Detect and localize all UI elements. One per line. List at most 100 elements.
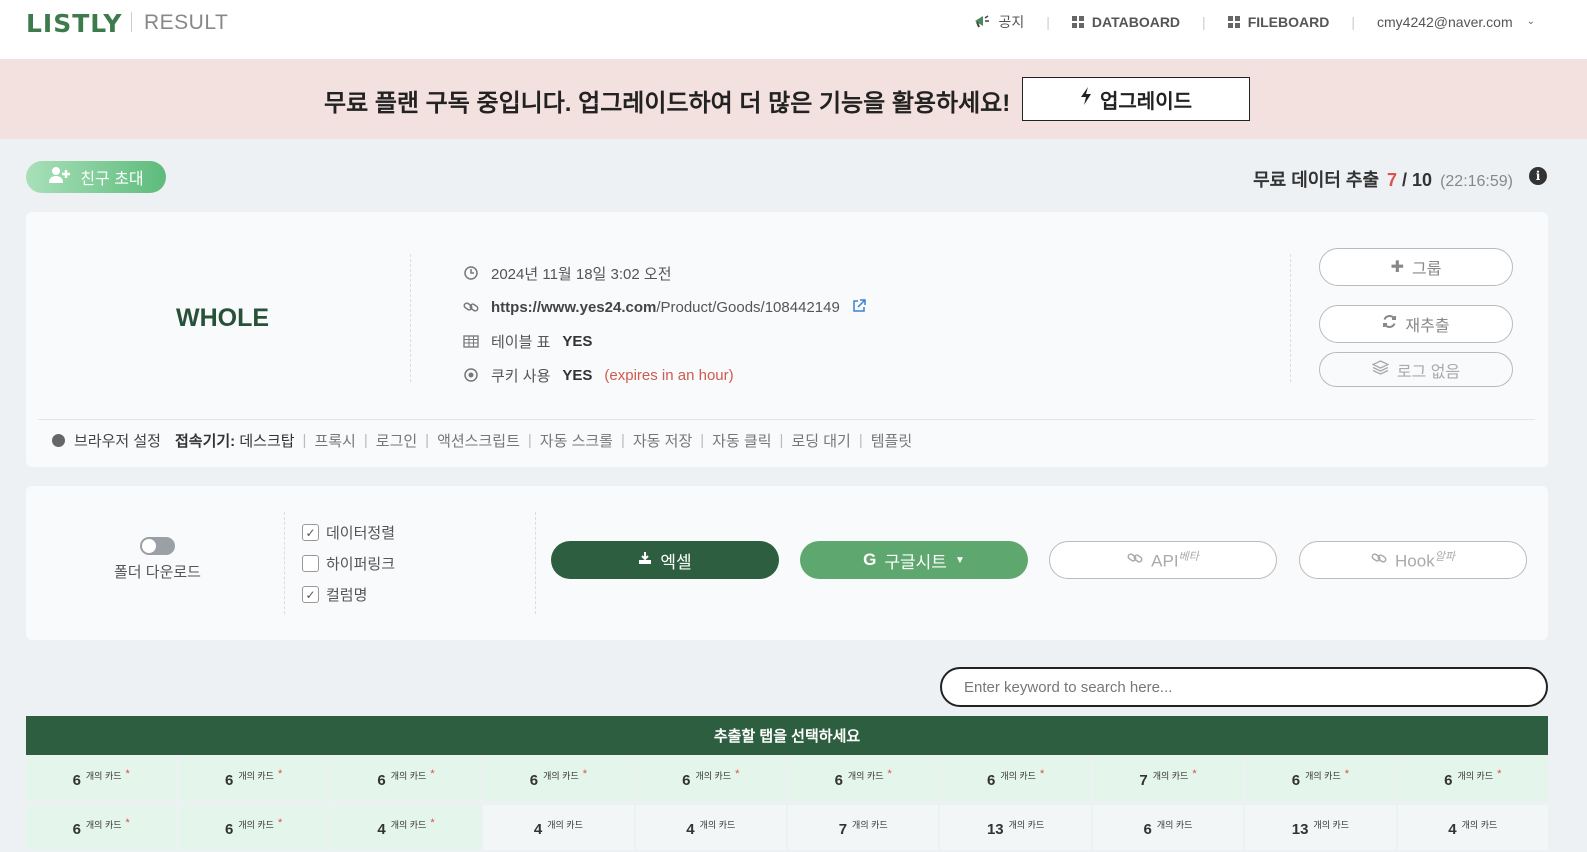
source-url[interactable]: https://www.yes24.com/Product/Goods/1084… — [491, 299, 840, 316]
info-icon[interactable]: i — [1529, 167, 1547, 185]
invite-friend-button[interactable]: 친구 초대 — [26, 161, 166, 193]
google-sheet-button[interactable]: G 구글시트 ▼ — [800, 541, 1028, 579]
card-count: 6 — [1143, 821, 1152, 838]
card-unit: 개의 카드 — [1156, 820, 1193, 830]
upgrade-label: 업그레이드 — [1100, 90, 1192, 113]
option-sort-data[interactable]: ✓ 데이터정렬 — [302, 522, 395, 543]
api-button[interactable]: API베타 — [1049, 541, 1277, 579]
tab-cell[interactable]: 6 개의 카드 * — [787, 756, 939, 801]
keyword-search-input[interactable] — [940, 667, 1548, 707]
setting-proxy[interactable]: 프록시 — [314, 430, 355, 451]
listly-logo[interactable]: LISTLY — [26, 9, 122, 38]
tab-cell[interactable]: 6 개의 카드 * — [1397, 756, 1548, 801]
cookie-expiry: (expires in an hour) — [604, 366, 734, 384]
tab-cell[interactable]: 6 개의 카드 * — [330, 756, 482, 801]
card-unit: 개의 카드 — [1152, 771, 1189, 781]
card-count: 6 — [682, 772, 691, 789]
folder-download-label: 폴더 다운로드 — [114, 564, 201, 581]
nav-divider: | — [1351, 13, 1355, 30]
option-column-names[interactable]: ✓ 컬럼명 — [302, 584, 367, 605]
add-group-button[interactable]: ✚ 그룹 — [1319, 248, 1513, 286]
tab-cell[interactable]: 4 개의 카드 — [1397, 805, 1548, 850]
cookie-value: YES — [562, 366, 593, 384]
asterisk-icon: * — [1497, 767, 1502, 780]
excel-download-button[interactable]: 엑셀 — [551, 541, 779, 579]
asterisk-icon: * — [1039, 767, 1045, 780]
asterisk-icon: * — [1192, 767, 1197, 780]
setting-loading-wait[interactable]: 로딩 대기 — [791, 430, 850, 451]
meta-table: 테이블 표 YES — [463, 324, 866, 358]
option-label: 컬럼명 — [326, 587, 368, 604]
hook-alpha-tag: 알파 — [1434, 551, 1455, 564]
card-unit: 개의 카드 — [238, 771, 274, 781]
no-log-button[interactable]: 로그 없음 — [1319, 352, 1513, 387]
tab-cell[interactable]: 6 개의 카드 * — [178, 805, 329, 850]
tab-cell[interactable]: 6 개의 카드 * — [940, 756, 1091, 801]
notice-link[interactable]: 공지 — [973, 11, 1025, 32]
tab-cell[interactable]: 4 개의 카드 — [635, 805, 786, 850]
external-link-icon[interactable] — [852, 298, 866, 316]
notice-label: 공지 — [998, 13, 1025, 30]
hook-button[interactable]: Hook알파 — [1299, 541, 1527, 579]
setting-template[interactable]: 템플릿 — [871, 430, 912, 451]
divider — [284, 512, 285, 614]
table-value: YES — [562, 332, 593, 350]
tab-cell[interactable]: 6 개의 카드 * — [1245, 756, 1396, 801]
setting-auto-save[interactable]: 자동 저장 — [633, 430, 692, 451]
setting-auto-click[interactable]: 자동 클릭 — [712, 430, 771, 451]
setting-auto-scroll[interactable]: 자동 스크롤 — [540, 430, 613, 451]
device-value: 데스크탑 — [239, 433, 295, 450]
tab-grid: 6 개의 카드 * 6 개의 카드 * 6 개의 카드 * 6 개의 카드 * 6 개의 카드 * 6 개의 카… — [26, 756, 1548, 850]
tab-cell[interactable]: 13 개의 카드 — [1245, 805, 1396, 850]
databoard-link[interactable]: DATABOARD — [1071, 13, 1181, 30]
checkbox-unchecked[interactable] — [302, 555, 319, 572]
card-count: 6 — [224, 772, 234, 789]
meta-cookie: 쿠키 사용 YES (expires in an hour) — [463, 358, 866, 392]
fileboard-link[interactable]: FILEBOARD — [1227, 13, 1330, 30]
card-unit: 개의 카드 — [238, 820, 274, 830]
browser-settings: 브라우저 설정 접속기기: 데스크탑 | 프록시 | 로그인 | 액션스크립트 … — [52, 430, 912, 451]
upgrade-button[interactable]: 업그레이드 — [1022, 77, 1250, 121]
device-setting[interactable]: 접속기기: 데스크탑 — [175, 430, 295, 451]
card-count: 4 — [377, 821, 386, 838]
nav-divider: | — [1046, 13, 1050, 30]
card-unit: 개의 카드 — [1313, 820, 1350, 830]
card-count: 6 — [377, 772, 386, 789]
folder-download-toggle[interactable] — [140, 537, 175, 555]
target-icon — [463, 368, 479, 382]
setting-login[interactable]: 로그인 — [376, 430, 417, 451]
link-icon — [1371, 550, 1387, 570]
google-icon: G — [863, 550, 877, 569]
card-unit: 개의 카드 — [543, 771, 579, 781]
no-log-label: 로그 없음 — [1396, 363, 1461, 381]
setting-action-script[interactable]: 액션스크립트 — [437, 430, 520, 451]
card-count: 7 — [838, 821, 848, 838]
account-menu[interactable]: cmy4242@naver.com ⌄ — [1377, 14, 1535, 30]
tab-cell[interactable]: 6 개의 카드 * — [483, 756, 634, 801]
google-sheet-label: 구글시트 — [884, 552, 947, 572]
tab-cell[interactable]: 13 개의 카드 — [940, 805, 1091, 850]
tab-cell[interactable]: 7 개의 카드 * — [1092, 756, 1244, 801]
table-label: 테이블 표 — [491, 333, 551, 351]
databoard-label: DATABOARD — [1091, 13, 1181, 30]
tab-cell[interactable]: 6 개의 카드 — [1092, 805, 1244, 850]
tab-cell[interactable]: 7 개의 카드 — [787, 805, 939, 850]
checkbox-checked[interactable]: ✓ — [302, 586, 319, 603]
option-hyperlink[interactable]: 하이퍼링크 — [302, 553, 395, 574]
date-text: 2024년 11월 18일 3:02 오전 — [491, 265, 672, 283]
meta-url: https://www.yes24.com/Product/Goods/1084… — [463, 290, 866, 324]
tab-cell[interactable]: 4 개의 카드 * — [330, 805, 482, 850]
tab-cell[interactable]: 6 개의 카드 * — [26, 756, 177, 801]
tab-cell[interactable]: 4 개의 카드 — [483, 805, 634, 850]
fileboard-label: FILEBOARD — [1247, 13, 1330, 30]
refresh-icon — [1382, 314, 1397, 334]
tab-cell[interactable]: 6 개의 카드 * — [635, 756, 786, 801]
card-unit: 개의 카드 — [1000, 771, 1036, 781]
excel-label: 엑셀 — [660, 552, 692, 572]
card-unit: 개의 카드 — [1461, 820, 1498, 830]
tab-cell[interactable]: 6 개의 카드 * — [26, 805, 177, 850]
link-icon — [463, 300, 479, 314]
tab-cell[interactable]: 6 개의 카드 * — [178, 756, 329, 801]
reextract-button[interactable]: 재추출 — [1319, 305, 1513, 343]
checkbox-checked[interactable]: ✓ — [302, 524, 319, 541]
